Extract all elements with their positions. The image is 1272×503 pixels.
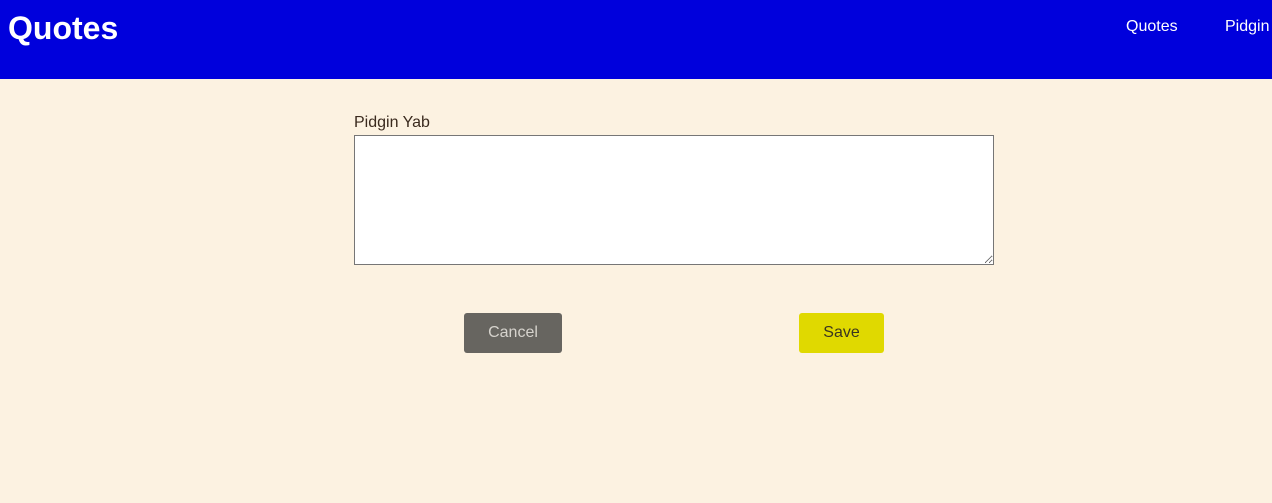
save-button[interactable]: Save bbox=[799, 313, 884, 353]
pidgin-yab-textarea[interactable] bbox=[354, 135, 994, 265]
pidgin-yab-label: Pidgin Yab bbox=[354, 114, 430, 131]
nav-link-quotes[interactable]: Quotes bbox=[1126, 17, 1178, 36]
app-title: Quotes bbox=[8, 10, 119, 46]
cancel-button[interactable]: Cancel bbox=[464, 313, 562, 353]
nav-link-pidgin[interactable]: Pidgin bbox=[1225, 17, 1269, 36]
top-header: Quotes Quotes Pidgin bbox=[0, 0, 1272, 79]
